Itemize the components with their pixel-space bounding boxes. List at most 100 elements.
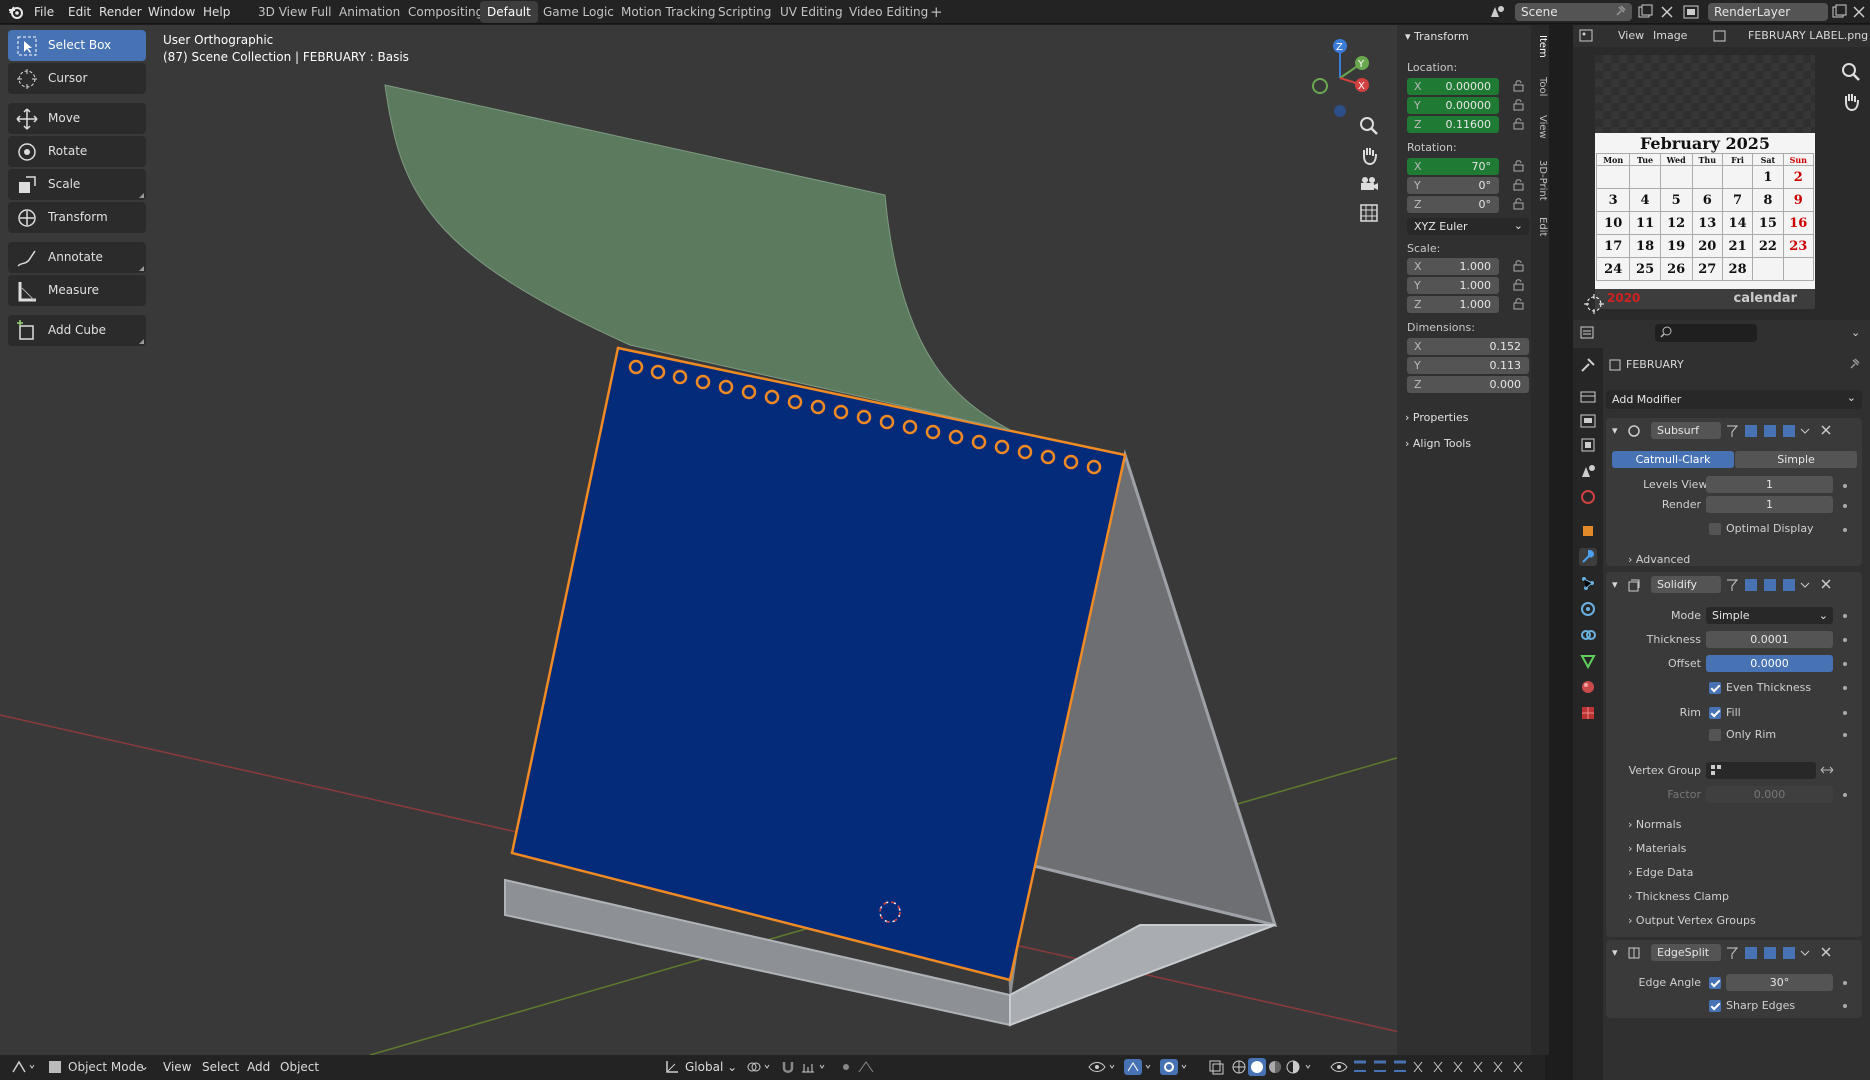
- animate-property-icon[interactable]: [1843, 638, 1847, 642]
- menu-view[interactable]: View: [163, 1060, 191, 1074]
- chevron-down-icon[interactable]: ⌄: [1851, 326, 1860, 339]
- menu-window[interactable]: Window: [148, 0, 195, 24]
- edge-data-subpanel[interactable]: › Edge Data: [1628, 866, 1693, 879]
- tool-settings-tab-icon[interactable]: [1579, 356, 1597, 374]
- zoom-icon[interactable]: [1358, 115, 1380, 137]
- viewport-scene[interactable]: [0, 25, 1545, 1055]
- animate-property-icon[interactable]: [1843, 662, 1847, 666]
- optimal-display-checkbox[interactable]: [1709, 523, 1721, 535]
- view-layer-toggle-icons[interactable]: [1330, 1059, 1530, 1075]
- rotation-x-field[interactable]: X 70°: [1407, 158, 1499, 175]
- falloff-curve-icon[interactable]: [858, 1059, 874, 1075]
- remove-modifier-icon[interactable]: [1820, 578, 1832, 590]
- dimensions-z-field[interactable]: Z 0.000: [1407, 376, 1529, 393]
- location-x-field[interactable]: X 0.00000: [1407, 78, 1499, 95]
- menu-file[interactable]: File: [34, 0, 54, 24]
- tab-workspace-motion-tracking[interactable]: Motion Tracking: [614, 1, 722, 23]
- lock-icon[interactable]: [1513, 279, 1525, 291]
- particles-tab-icon[interactable]: [1579, 574, 1597, 592]
- dimensions-x-field[interactable]: X 0.152: [1407, 338, 1529, 355]
- lock-icon[interactable]: [1513, 99, 1525, 111]
- remove-modifier-icon[interactable]: [1820, 946, 1832, 958]
- tab-item[interactable]: Item: [1532, 35, 1548, 58]
- rim-fill-checkbox[interactable]: [1709, 707, 1721, 719]
- overlays-toggle-icon[interactable]: [1160, 1059, 1192, 1075]
- edge-angle-field[interactable]: 30°: [1726, 974, 1833, 991]
- tab-workspace-video-editing[interactable]: Video Editing: [842, 1, 935, 23]
- animate-property-icon[interactable]: [1843, 981, 1847, 985]
- world-tab-icon[interactable]: [1579, 488, 1597, 506]
- thickness-field[interactable]: 0.0001: [1706, 631, 1833, 648]
- factor-field[interactable]: 0.000: [1706, 786, 1833, 803]
- menu-object[interactable]: Object: [280, 1060, 319, 1074]
- lock-icon[interactable]: [1513, 118, 1525, 130]
- menu-edit[interactable]: Edit: [68, 0, 91, 24]
- render-layer-icon[interactable]: [1682, 3, 1704, 21]
- tab-workspace-default[interactable]: Default: [480, 1, 538, 23]
- camera-icon[interactable]: [1358, 173, 1380, 195]
- offset-field[interactable]: 0.0000: [1706, 655, 1833, 672]
- properties-search-input[interactable]: [1655, 324, 1757, 342]
- lock-icon[interactable]: [1513, 260, 1525, 272]
- animate-property-icon[interactable]: [1843, 504, 1847, 508]
- menu-help[interactable]: Help: [203, 0, 230, 24]
- render-levels-field[interactable]: 1: [1706, 496, 1833, 513]
- output-vertex-groups-subpanel[interactable]: › Output Vertex Groups: [1628, 914, 1756, 927]
- tool-select-box[interactable]: Select Box: [8, 30, 146, 61]
- calendar-label-image[interactable]: February 2025 Mon Tue Wed Thu Fri Sat Su…: [1595, 133, 1815, 289]
- lock-icon[interactable]: [1513, 179, 1525, 191]
- tab-workspace-3d-view-full[interactable]: 3D View Full: [251, 1, 339, 23]
- mode-dropdown[interactable]: Simple ⌄: [1706, 607, 1833, 624]
- shading-mode-buttons[interactable]: [1230, 1058, 1320, 1076]
- rotation-y-field[interactable]: Y 0°: [1407, 177, 1499, 194]
- modifier-visibility-icons[interactable]: [1725, 577, 1810, 593]
- animate-property-icon[interactable]: [1843, 793, 1847, 797]
- normals-subpanel[interactable]: › Normals: [1628, 818, 1681, 831]
- render-tab-icon[interactable]: [1579, 388, 1597, 406]
- editor-type-icon[interactable]: [1579, 325, 1601, 341]
- object-mode-dropdown[interactable]: Object Mode ⌄: [46, 1058, 150, 1077]
- new-view-layer-icon[interactable]: [1830, 3, 1848, 21]
- output-tab-icon[interactable]: [1579, 412, 1597, 430]
- sharp-edges-checkbox[interactable]: [1709, 1000, 1721, 1012]
- tool-transform[interactable]: Transform: [8, 202, 146, 233]
- data-tab-icon[interactable]: [1579, 652, 1597, 670]
- lock-icon[interactable]: [1513, 198, 1525, 210]
- tool-cursor[interactable]: Cursor: [8, 63, 146, 94]
- scale-y-field[interactable]: Y 1.000: [1407, 277, 1499, 294]
- delete-view-layer-icon[interactable]: [1850, 3, 1868, 21]
- lock-icon[interactable]: [1513, 160, 1525, 172]
- pan-hand-icon[interactable]: [1840, 90, 1862, 112]
- material-tab-icon[interactable]: [1579, 678, 1597, 696]
- lock-icon[interactable]: [1513, 80, 1525, 92]
- texture-tab-icon[interactable]: [1579, 704, 1597, 722]
- tool-add-cube[interactable]: Add Cube: [8, 315, 146, 346]
- scale-z-field[interactable]: Z 1.000: [1407, 296, 1499, 313]
- subdivision-simple-button[interactable]: Simple: [1735, 451, 1857, 468]
- tab-workspace-uv-editing[interactable]: UV Editing: [773, 1, 850, 23]
- location-z-field[interactable]: Z 0.11600: [1407, 116, 1499, 133]
- tool-rotate[interactable]: Rotate: [8, 136, 146, 167]
- invert-arrows-icon[interactable]: [1820, 763, 1834, 777]
- zoom-icon[interactable]: [1840, 61, 1862, 83]
- tool-measure[interactable]: Measure: [8, 275, 146, 306]
- menu-select[interactable]: Select: [202, 1060, 239, 1074]
- align-tools-section[interactable]: › Align Tools: [1405, 437, 1471, 450]
- transform-header[interactable]: ▾ Transform: [1405, 30, 1469, 43]
- pin-icon[interactable]: [1848, 358, 1860, 370]
- area-divider[interactable]: [1549, 25, 1573, 1080]
- menu-image[interactable]: Image: [1653, 29, 1687, 42]
- new-scene-icon[interactable]: [1636, 3, 1654, 21]
- animate-property-icon[interactable]: [1843, 484, 1847, 488]
- tab-workspace-compositing[interactable]: Compositing: [401, 1, 490, 23]
- blender-logo-icon[interactable]: [8, 4, 24, 20]
- menu-view[interactable]: View: [1618, 29, 1644, 42]
- tab-workspace-scripting[interactable]: Scripting: [711, 1, 778, 23]
- xray-toggle-icon[interactable]: [1208, 1059, 1224, 1075]
- image-browse-icon[interactable]: [1713, 29, 1727, 43]
- location-y-field[interactable]: Y 0.00000: [1407, 97, 1499, 114]
- thickness-clamp-subpanel[interactable]: › Thickness Clamp: [1628, 890, 1729, 903]
- snap-magnet-icon[interactable]: [780, 1059, 796, 1075]
- tab-view[interactable]: View: [1532, 115, 1548, 139]
- tab-tool[interactable]: Tool: [1532, 77, 1548, 96]
